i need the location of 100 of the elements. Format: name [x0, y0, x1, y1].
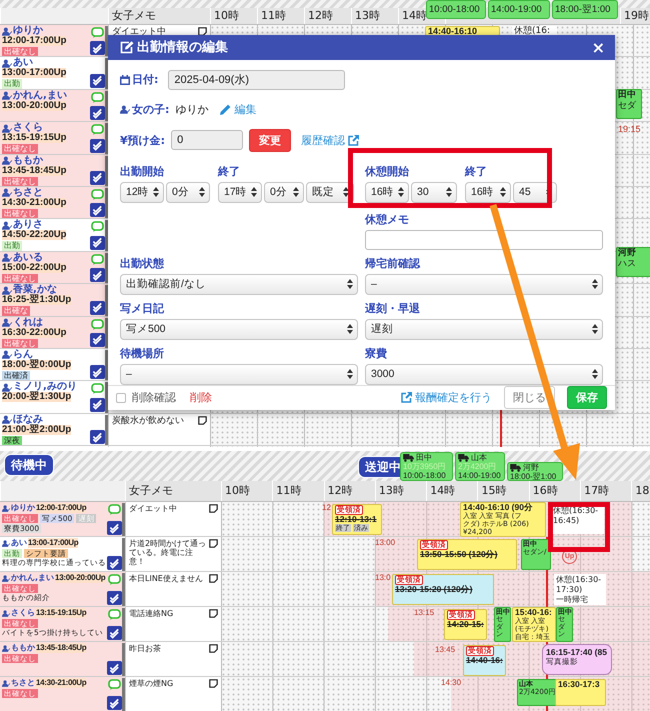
- check-button[interactable]: [107, 626, 122, 640]
- driver-card[interactable]: 10:00-18:00: [426, 0, 486, 19]
- check-button[interactable]: [90, 268, 105, 282]
- memo-text: 煙草の煙NG: [129, 679, 174, 688]
- updown-arrows-icon: [347, 324, 353, 334]
- dropdown[interactable]: –: [120, 364, 358, 384]
- check-button[interactable]: [90, 203, 105, 218]
- staff-name[interactable]: らん: [13, 350, 33, 360]
- staff-name[interactable]: ももか: [13, 156, 43, 166]
- check-button[interactable]: [90, 398, 105, 412]
- check-button[interactable]: [90, 300, 105, 315]
- staff-row[interactable]: あい 13:00-17:00Up 出勤: [0, 57, 108, 90]
- check-button[interactable]: [107, 661, 122, 675]
- staff-name[interactable]: さくら: [11, 608, 35, 618]
- break-memo-field[interactable]: [365, 230, 603, 250]
- dropdown[interactable]: 写メ500: [120, 318, 358, 340]
- check-button[interactable]: [90, 430, 105, 444]
- dropdown[interactable]: 12時: [120, 182, 164, 202]
- staff-name[interactable]: あい: [11, 538, 27, 548]
- break-card[interactable]: 休憩(16:30-16:45): [551, 505, 604, 534]
- shift-time: 14:30-21:00Up: [2, 198, 66, 208]
- booking-text: 14:40-16:10: [428, 27, 478, 35]
- break-card[interactable]: 休憩(16:: [512, 26, 557, 36]
- checkbox[interactable]: [116, 392, 126, 403]
- staff-row[interactable]: ゆりか 12:00-17:00Up 出確なし: [0, 25, 108, 58]
- dropdown[interactable]: 出勤確認前/なし: [120, 274, 358, 294]
- staff-name[interactable]: さくら: [13, 123, 43, 134]
- driver-card[interactable]: 河野 18:00-翌1:00: [507, 462, 563, 481]
- updown-arrows-icon: [293, 187, 299, 197]
- updown-arrows-icon: [343, 187, 349, 197]
- driver-card[interactable]: 田中 10万3950円 10:00-18:00: [400, 452, 453, 481]
- driver-card[interactable]: 山本 2万4200円 14:00-19:00: [455, 452, 505, 481]
- booking-card[interactable]: 16:30-17:3: [555, 679, 606, 706]
- deposit-field[interactable]: 0: [171, 130, 244, 150]
- edit-link[interactable]: 編集: [220, 102, 256, 116]
- dropdown[interactable]: 0分: [166, 182, 210, 202]
- check-button[interactable]: [90, 332, 105, 347]
- staff-row[interactable]: らん 18:00-翌0:00Up 出確済: [0, 348, 108, 382]
- dropdown[interactable]: 17時: [218, 182, 262, 202]
- change-button[interactable]: 変更: [249, 128, 292, 152]
- delete-link[interactable]: 削除: [190, 390, 212, 406]
- dropdown[interactable]: 30: [411, 182, 457, 202]
- staff-row[interactable]: ミノリ,みのり 20:00-翌1:30Up: [0, 381, 108, 414]
- person-icon: [2, 574, 10, 582]
- shift-time: 13:00-17:00Up: [2, 68, 66, 78]
- staff-name[interactable]: かれん,まい: [13, 90, 67, 101]
- staff-row[interactable]: あいる 15:00-22:00Up 出確なし: [0, 252, 108, 284]
- updown-arrows-icon: [199, 187, 205, 197]
- staff-row[interactable]: ほなみ 21:00-翌2:00Up 深夜: [0, 414, 108, 446]
- staff-row[interactable]: ありさ 14:50-22:20Up 出勤: [0, 219, 108, 252]
- close-button[interactable]: ×: [592, 38, 605, 57]
- staff-name[interactable]: ちさと: [13, 188, 43, 198]
- staff-row[interactable]: かれん,まい 13:00-20:00Up: [0, 90, 108, 122]
- staff-name[interactable]: かれん,まい: [11, 573, 54, 583]
- staff-name[interactable]: ちさと: [11, 678, 35, 688]
- check-button[interactable]: [90, 74, 105, 88]
- staff-name[interactable]: ありさ: [13, 220, 43, 230]
- driver-card[interactable]: 18:00-翌1:00: [552, 0, 618, 19]
- staff-name[interactable]: ほなみ: [13, 414, 43, 425]
- dropdown[interactable]: 16時: [465, 182, 511, 202]
- break-card[interactable]: 休憩(16:30-17:30) 一時帰宅: [554, 574, 606, 605]
- booking-text: 13:50-15:50 (120分): [420, 550, 499, 558]
- driver-name: 田中: [416, 453, 432, 462]
- check-button[interactable]: [90, 138, 105, 153]
- staff-name[interactable]: ももか: [11, 643, 35, 653]
- check-button[interactable]: [107, 696, 122, 710]
- check-button[interactable]: [90, 365, 105, 380]
- check-button[interactable]: [90, 170, 105, 185]
- staff-row[interactable]: ももか 13:45-18:45Up 出確なし: [0, 154, 108, 187]
- person-icon: [2, 350, 12, 360]
- break-text: 休憩(16:30-16:45): [553, 506, 600, 526]
- staff-name[interactable]: ミノリ,みのり: [13, 382, 77, 392]
- column-header: 女子メモ: [125, 481, 221, 501]
- shift-time: 16:25-翌1:30Up: [2, 295, 72, 306]
- staff-row[interactable]: くれは 16:30-22:00Up 出確なし: [0, 316, 108, 349]
- check-button[interactable]: [90, 106, 105, 120]
- staff-name[interactable]: あいる: [13, 252, 43, 263]
- check-button[interactable]: [107, 591, 122, 605]
- check-button[interactable]: [90, 236, 105, 250]
- dropdown[interactable]: 遅刻: [365, 318, 603, 340]
- driver-card[interactable]: 14:00-19:00: [488, 0, 550, 19]
- check-button[interactable]: [107, 556, 122, 570]
- dropdown[interactable]: 既定: [306, 182, 354, 202]
- check-button[interactable]: [90, 41, 105, 56]
- dropdown[interactable]: 0分: [264, 182, 304, 202]
- staff-row[interactable]: さくら 13:15-19:15Up 出確なし: [0, 122, 108, 155]
- person-icon: [120, 104, 130, 114]
- staff-name[interactable]: ゆりか: [13, 26, 43, 36]
- confirm-pay-link[interactable]: 報酬確定を行う: [401, 390, 492, 406]
- staff-name[interactable]: あい: [13, 58, 33, 68]
- dropdown[interactable]: –: [365, 274, 603, 294]
- person-icon: [2, 188, 12, 198]
- staff-name[interactable]: ゆりか: [11, 503, 35, 513]
- booking-card[interactable]: 14:40-16:10: [425, 26, 500, 36]
- check-button[interactable]: [107, 521, 122, 535]
- history-link[interactable]: 履歴確認: [301, 132, 360, 148]
- staff-name[interactable]: くれは: [13, 318, 43, 328]
- staff-row[interactable]: ちさと 14:30-21:00Up 出確なし: [0, 186, 108, 220]
- dropdown[interactable]: 16時: [365, 182, 409, 202]
- dropdown[interactable]: 3000: [365, 364, 603, 384]
